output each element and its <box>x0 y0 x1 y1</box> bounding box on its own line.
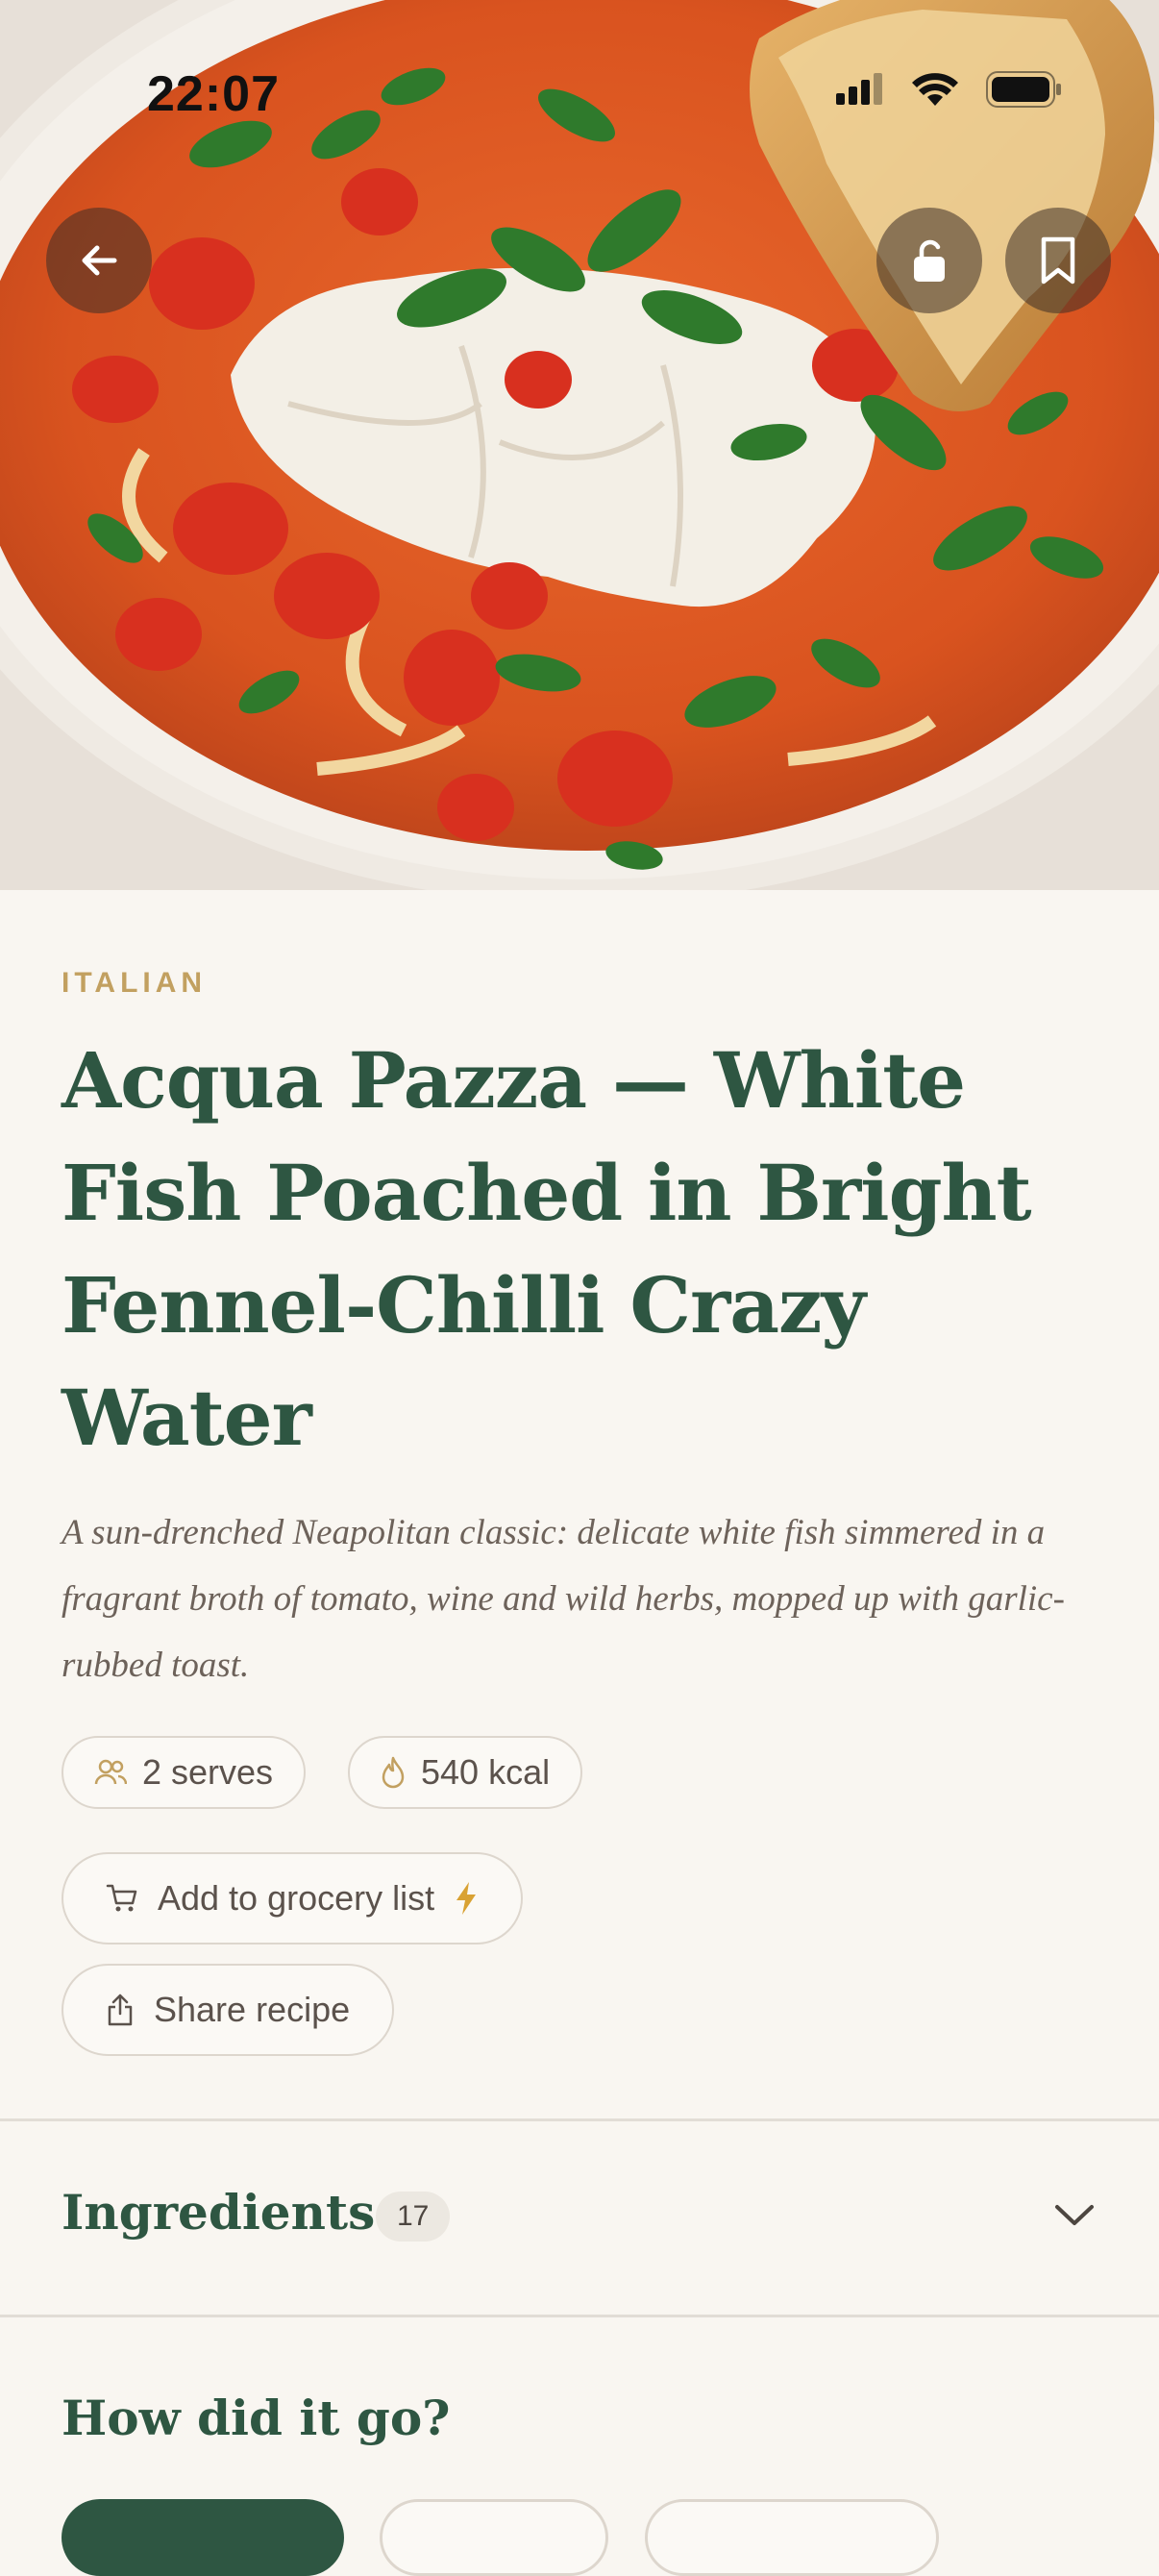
grocery-button-label: Add to grocery list <box>158 1878 435 1918</box>
recipe-category: ITALIAN <box>62 967 208 999</box>
flame-icon <box>382 1756 405 1789</box>
hero-image: 22:07 <box>0 0 1159 890</box>
serves-chip: 2 serves <box>62 1736 307 1809</box>
feedback-heading: How did it go? <box>62 2390 451 2446</box>
divider <box>0 2315 1159 2317</box>
ingredients-count-badge: 17 <box>376 2192 451 2242</box>
status-icons <box>836 71 1063 108</box>
arrow-left-icon <box>82 245 117 276</box>
bookmark-icon <box>1041 236 1075 285</box>
wifi-icon <box>912 73 958 106</box>
rating-option-3[interactable] <box>645 2499 939 2576</box>
chevron-down-icon <box>1055 2205 1094 2225</box>
cellular-signal-icon <box>836 73 882 105</box>
status-bar: 22:07 <box>0 0 1159 183</box>
ingredients-heading: Ingredients <box>62 2184 376 2241</box>
share-recipe-button[interactable]: Share recipe <box>62 1964 395 2056</box>
status-time: 22:07 <box>147 66 280 122</box>
divider <box>0 2118 1159 2121</box>
recipe-title: Acqua Pazza — White Fish Poached in Brig… <box>62 1035 1032 1463</box>
rating-option-2[interactable] <box>380 2499 608 2576</box>
calories-chip: 540 kcal <box>348 1736 583 1809</box>
ingredients-section-header[interactable]: Ingredients 17 <box>0 2122 1159 2315</box>
lightning-icon <box>456 1882 477 1915</box>
share-icon <box>108 1994 133 2026</box>
recipe-description: A sun-drenched Neapolitan classic: delic… <box>62 1513 1065 1685</box>
back-button[interactable] <box>46 208 152 313</box>
serves-label: 2 serves <box>142 1752 274 1792</box>
battery-icon <box>986 71 1061 108</box>
add-to-grocery-button[interactable]: Add to grocery list <box>62 1852 524 1944</box>
cart-icon <box>106 1884 137 1912</box>
lock-button[interactable] <box>876 208 982 313</box>
people-icon <box>94 1759 127 1785</box>
bookmark-button[interactable] <box>1005 208 1111 313</box>
unlock-icon <box>914 239 945 282</box>
share-button-label: Share recipe <box>154 1990 351 2029</box>
rating-option-1[interactable] <box>62 2499 344 2576</box>
calories-label: 540 kcal <box>421 1752 551 1792</box>
